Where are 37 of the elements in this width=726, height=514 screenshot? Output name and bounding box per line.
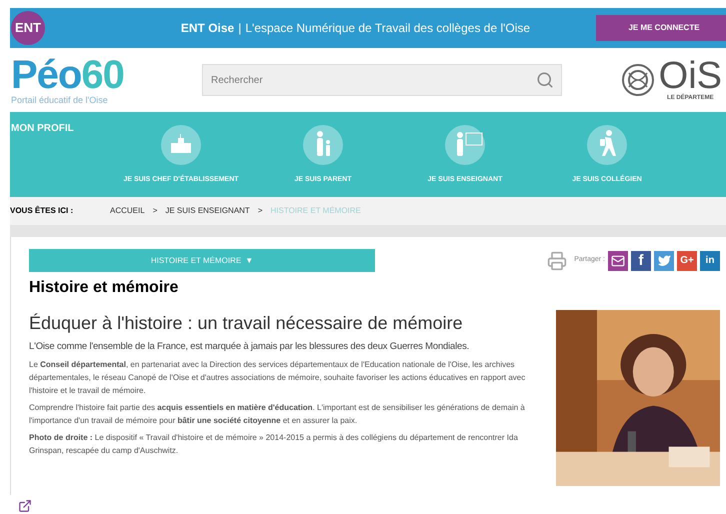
breadcrumb-link[interactable]: ACCUEIL [110,205,145,217]
section-dropdown[interactable]: HISTOIRE ET MÉMOIRE ▼ [29,249,375,272]
profile-label: MON PROFIL [10,122,75,136]
print-icon[interactable] [547,250,568,270]
bird-icon [658,254,670,267]
share-button[interactable]: in [700,250,720,270]
search-icon[interactable] [536,71,554,89]
external-link-icon[interactable] [18,499,32,513]
ent-logo[interactable]: ENT [11,11,45,45]
site-name: ENT Oise [180,20,234,37]
article-paragraph: Photo de droite : Le dispositif « Travail d'histoire et de mémoire » 2014-2015 a permis à des collégiens du département de rencontrer Ida Grinspan, rescapée du camp d'Auschwitz. [29,432,519,458]
article-paragraph: Comprendre l'histoire fait partie des acquis essentiels en matière d'éducation. L'important est de sensibiliser les générations de demain à l'importance d'un travail de mémoire pour bâtir une société citoyenne et en assurer la paix. [29,402,526,428]
page-title: Histoire et mémoire [29,278,180,298]
share-button[interactable]: G+ [677,250,697,270]
breadcrumb-label: VOUS ÊTES ICI : [10,205,74,217]
teacher-board-icon [445,125,485,165]
breadcrumb-link[interactable]: JE SUIS ENSEIGNANT [165,205,250,217]
breadcrumb-separator: > [258,205,262,217]
logo-subtitle: Portail éducatif de l'Oise [11,95,109,105]
article-lead: L'Oise comme l'ensemble de la France, est marquée à jamais par les blessures des deux Guerres Mondiales. [29,340,470,354]
walker-icon [587,125,627,165]
mail-icon [611,254,625,268]
site-logo[interactable]: Péo60 [11,55,190,95]
parent-child-icon [303,125,343,165]
breadcrumb-separator: > [152,205,158,217]
rosette-icon [620,63,655,97]
article-paragraph: Le Conseil départemental, en partenariat avec la Direction des services départementaux de l'Education nationale de l'Oise, les archives départementales, le réseau Canopé de l'Oise et d'autres associations de mémoire, souhaite favoriser les actions éducatives en rapport avec l'histoire et le travail de mémoire. [29,359,526,398]
partner-logo: OiS [658,58,722,94]
login-button[interactable]: JE ME CONNECTE [596,15,726,41]
separator: | [238,20,242,37]
article-heading: Éduquer à l'histoire : un travail nécessaire de mémoire [29,312,464,334]
share-button[interactable]: f [631,250,651,270]
site-tagline: L'espace Numérique de Travail des collèges de l'Oise [245,20,530,37]
share-button[interactable] [654,250,674,270]
building-icon [161,125,201,165]
search-field[interactable]: Rechercher [202,64,562,96]
share-button[interactable] [608,250,628,270]
